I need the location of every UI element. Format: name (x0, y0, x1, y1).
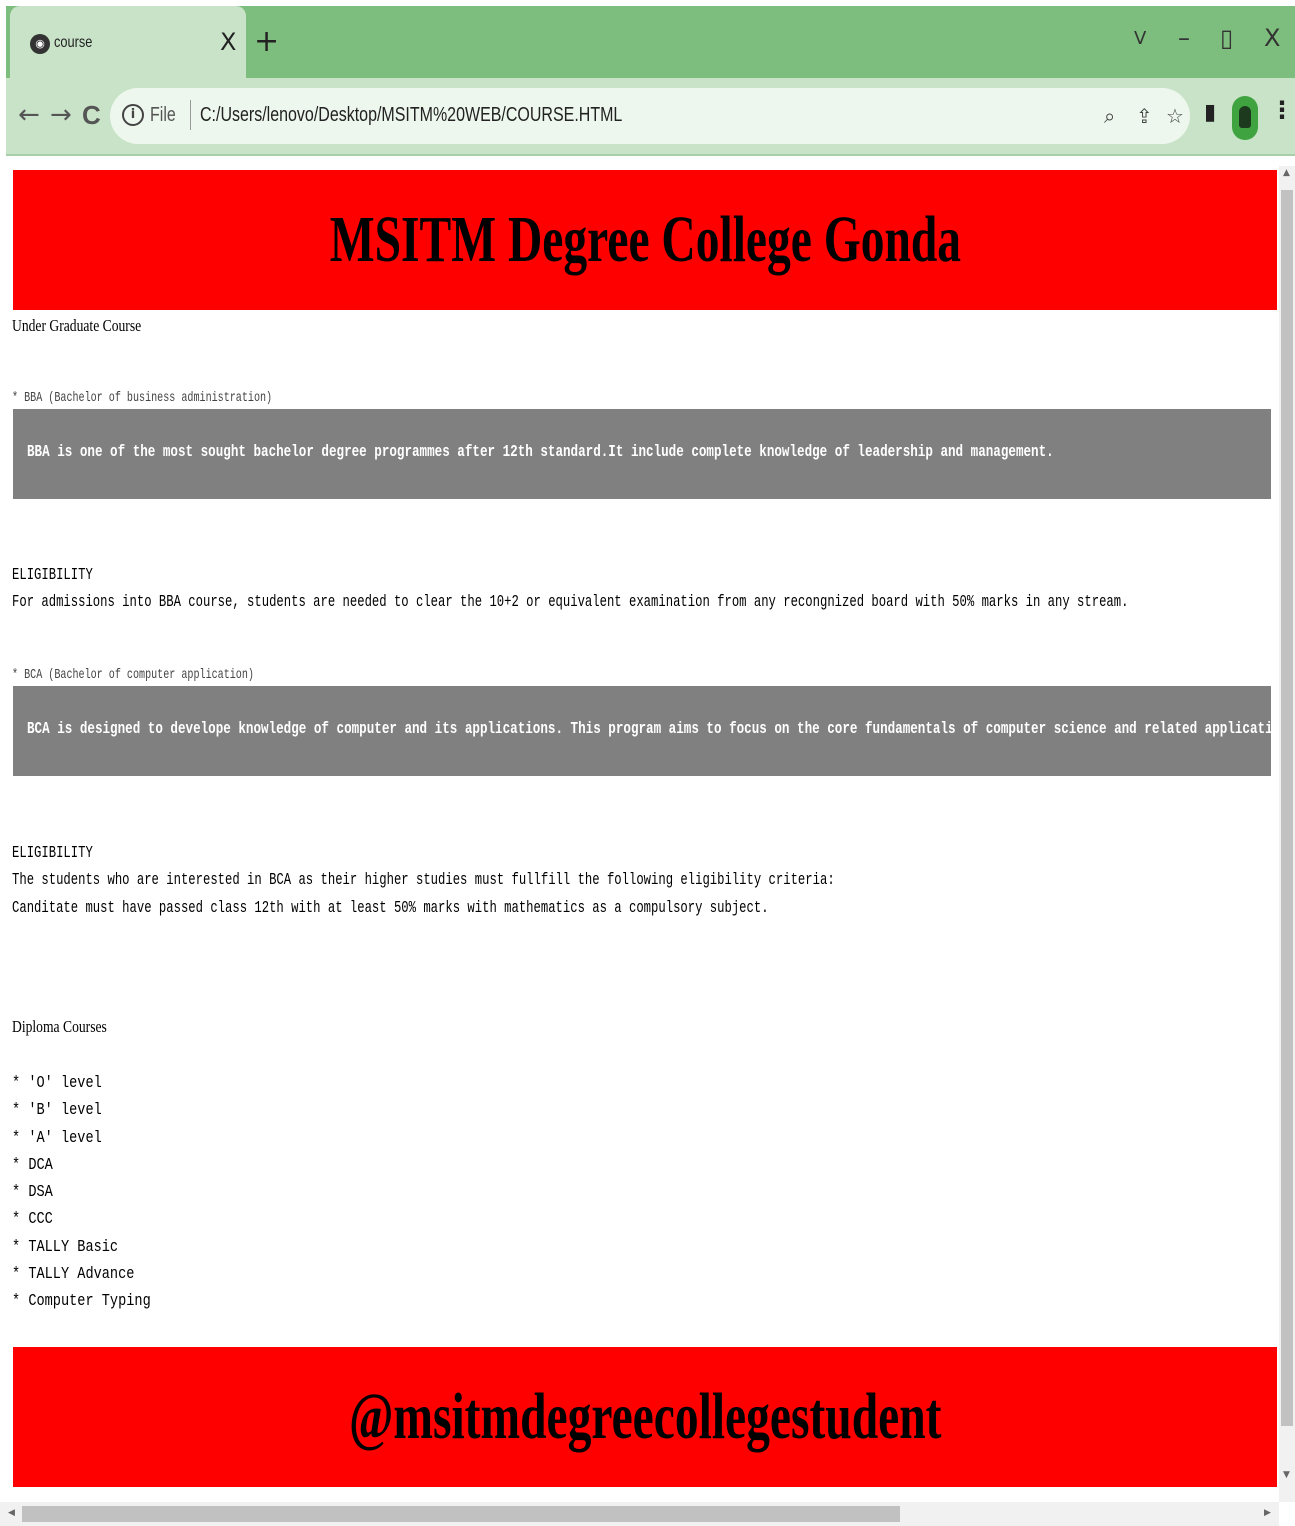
url-text[interactable]: C:/Users/lenovo/Desktop/MSITM%20WEB/COUR… (200, 104, 622, 127)
bca-eligibility-line1: The students who are interested in BCA a… (12, 871, 835, 890)
diploma-heading: Diploma Courses (12, 1017, 107, 1036)
list-item: * 'A' level (12, 1128, 102, 1148)
maximize-button[interactable]: ▯ (1220, 24, 1233, 52)
bba-description: BBA is one of the most sought bachelor d… (27, 443, 1054, 462)
horizontal-scroll-thumb[interactable] (22, 1506, 900, 1522)
tab-strip: ◉ course X + V – ▯ X (6, 6, 1295, 84)
horizontal-scrollbar[interactable]: ◀ ▶ (0, 1502, 1279, 1526)
browser-toolbar: ← → C i File C:/Users/lenovo/Desktop/MSI… (6, 78, 1295, 156)
vertical-scroll-thumb[interactable] (1281, 190, 1293, 1426)
profile-icon[interactable] (1232, 96, 1258, 140)
forward-button[interactable]: → (50, 100, 72, 130)
star-icon[interactable]: ☆ (1166, 104, 1184, 128)
bba-title: * BBA (Bachelor of business administrati… (12, 390, 273, 406)
scroll-down-icon[interactable]: ▼ (1283, 1470, 1290, 1480)
tab-course[interactable]: ◉ course X (10, 6, 246, 84)
zoom-icon[interactable]: ⌕ (1104, 104, 1115, 128)
reload-button[interactable]: C (82, 100, 101, 131)
ug-heading: Under Graduate Course (12, 316, 142, 335)
new-tab-button[interactable]: + (254, 24, 279, 59)
list-item: * 'O' level (12, 1074, 102, 1093)
bca-description: BCA is designed to develope knowledge of… (27, 720, 1271, 739)
footer-banner: @msitmdegreecollegestudent (13, 1347, 1277, 1487)
tab-title: course (54, 34, 93, 51)
share-icon[interactable]: ⇪ (1136, 104, 1153, 128)
bba-eligibility-text: For admissions into BBA course, students… (12, 593, 1129, 612)
list-item: * DSA (12, 1183, 53, 1203)
footer-handle: @msitmdegreecollegestudent (348, 1380, 942, 1453)
vertical-scrollbar[interactable]: ▲ ▼ (1279, 166, 1295, 1502)
back-button[interactable]: ← (18, 100, 40, 130)
list-item: * TALLY Advance (12, 1265, 135, 1285)
omnibox-divider (190, 100, 191, 130)
scroll-left-icon[interactable]: ◀ (8, 1508, 15, 1518)
info-icon[interactable]: i (122, 104, 144, 126)
list-item: * Computer Typing (12, 1292, 151, 1312)
bca-description-box: BCA is designed to develope knowledge of… (13, 686, 1271, 776)
bca-eligibility-line2: Canditate must have passed class 12th wi… (12, 899, 769, 918)
list-item: * TALLY Basic (12, 1237, 119, 1257)
list-item: * CCC (12, 1210, 53, 1230)
scroll-up-icon[interactable]: ▲ (1283, 168, 1290, 178)
tab-close-button[interactable]: X (220, 28, 236, 56)
minimize-button[interactable]: – (1178, 24, 1190, 52)
close-window-button[interactable]: X (1264, 24, 1280, 52)
bca-eligibility-heading: ELIGIBILITY (12, 844, 93, 863)
page-title: MSITM Degree College Gonda (329, 203, 961, 276)
bba-description-box: BBA is one of the most sought bachelor d… (13, 409, 1271, 499)
tab-search-button[interactable]: V (1134, 28, 1146, 49)
list-item: * 'B' level (12, 1101, 102, 1121)
bba-eligibility-heading: ELIGIBILITY (12, 566, 93, 585)
globe-icon: ◉ (30, 34, 50, 54)
page-viewport: MSITM Degree College Gonda Under Graduat… (0, 166, 1295, 1526)
scheme-label: File (150, 104, 176, 126)
diploma-list: * 'O' level * 'B' level * 'A' level * DC… (12, 1074, 185, 1320)
kebab-menu-icon[interactable]: ⋮ (1270, 96, 1294, 124)
side-panel-icon[interactable]: ▮ (1204, 100, 1216, 125)
bca-title: * BCA (Bachelor of computer application) (12, 667, 254, 683)
list-item: * DCA (12, 1155, 53, 1175)
address-bar[interactable]: i File C:/Users/lenovo/Desktop/MSITM%20W… (110, 88, 1190, 144)
scroll-right-icon[interactable]: ▶ (1264, 1508, 1271, 1518)
header-banner: MSITM Degree College Gonda (13, 170, 1277, 310)
